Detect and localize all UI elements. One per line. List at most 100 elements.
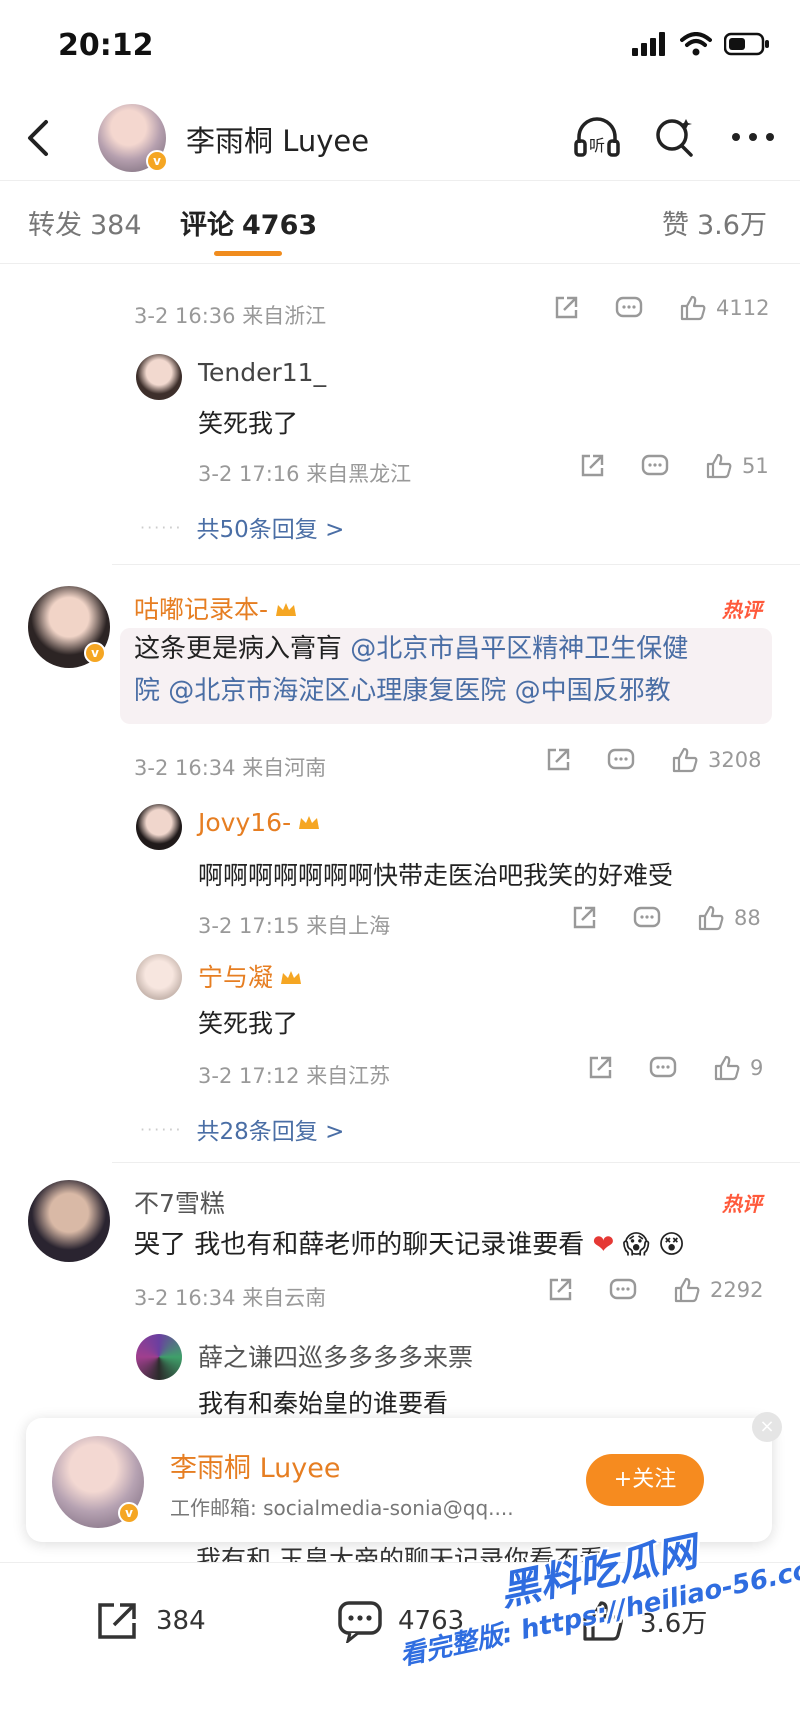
thumbs-up-icon <box>672 747 698 773</box>
repost-button[interactable]: 384 <box>94 1599 206 1643</box>
comment-feed[interactable]: 3-2 16:36 来自浙江 4112 Tender11_ 笑死我了 3-2 1… <box>0 264 800 1564</box>
comment-icon <box>609 1278 637 1300</box>
avatar[interactable] <box>136 954 182 1000</box>
reply-button[interactable] <box>608 1276 638 1304</box>
mention-link[interactable]: 院 <box>134 676 160 706</box>
share-icon <box>547 748 570 771</box>
tab-likes[interactable]: 赞 3.6万 <box>662 203 767 242</box>
comment-actions: 2292 <box>546 1276 763 1304</box>
comment-actions: 3208 <box>544 746 761 774</box>
avatar[interactable]: v <box>28 586 110 668</box>
active-tab-indicator <box>214 251 282 256</box>
tab-likes-label: 赞 <box>662 210 689 241</box>
avatar[interactable] <box>28 1180 110 1262</box>
hot-comment-badge: 热评 <box>722 1192 762 1216</box>
reply-username[interactable]: 薛之谦四巡多多多多来票 <box>198 1338 473 1374</box>
divider <box>112 1162 800 1163</box>
follow-button[interactable]: +关注 <box>586 1454 704 1506</box>
thumbs-up-icon <box>698 905 724 931</box>
like-count: 2292 <box>710 1278 764 1302</box>
reply-meta: 3-2 17:12 来自江苏 <box>198 1064 391 1088</box>
comment-icon <box>633 906 661 928</box>
wifi-icon <box>680 32 712 56</box>
like-button[interactable]: 9 <box>712 1054 763 1082</box>
verified-badge-icon: v <box>84 642 106 664</box>
glasses-emoji-icon: 😵 <box>657 1230 686 1260</box>
avatar[interactable] <box>136 804 182 850</box>
nav-bar: v 李雨桐 Luyee 听 <box>0 96 800 180</box>
like-button[interactable]: 51 <box>704 452 769 480</box>
share-button[interactable] <box>552 294 580 322</box>
status-icons <box>632 32 770 56</box>
reply-button[interactable] <box>606 746 636 774</box>
chevron-left-icon <box>28 120 48 156</box>
comment-meta: 3-2 16:34 来自云南 <box>134 1286 327 1310</box>
avatar[interactable] <box>136 354 182 400</box>
like-button[interactable]: 4112 <box>678 294 769 322</box>
page-title[interactable]: 李雨桐 Luyee <box>186 118 369 160</box>
tab-comments[interactable]: 评论 4763 <box>180 203 317 242</box>
mention-link[interactable]: @中国反邪教 <box>515 676 671 706</box>
reply-button[interactable] <box>648 1054 678 1082</box>
reply-username[interactable]: 宁与凝 <box>198 958 303 994</box>
status-time: 20:12 <box>58 28 154 63</box>
like-button[interactable]: 2292 <box>672 1276 763 1304</box>
reply-username[interactable]: Jovy16- <box>198 808 321 837</box>
like-button[interactable]: 88 <box>696 904 761 932</box>
avatar[interactable]: v <box>98 104 168 172</box>
reply-button[interactable] <box>614 294 644 322</box>
mention-link[interactable]: @北京市昌平区精神卫生保健 <box>350 634 688 664</box>
crown-icon <box>281 971 302 984</box>
comment-text: 这条更是病入膏肓 @北京市昌平区精神卫生保健 院 @北京市海淀区心理康复医院 @… <box>134 634 689 706</box>
share-button[interactable] <box>586 1054 614 1082</box>
like-button[interactable]: 3208 <box>670 746 761 774</box>
avatar[interactable]: v <box>52 1436 144 1528</box>
thumbs-up-icon <box>674 1277 700 1303</box>
reply-username[interactable]: Tender11_ <box>198 358 326 387</box>
comment-icon <box>615 296 643 318</box>
more-button[interactable] <box>728 112 778 162</box>
reply-meta: 3-2 17:15 来自上海 <box>198 914 391 938</box>
back-button[interactable] <box>18 114 62 162</box>
share-button[interactable] <box>578 452 606 480</box>
like-count: 51 <box>742 454 769 478</box>
share-button[interactable] <box>546 1276 574 1304</box>
avatar[interactable] <box>136 1334 182 1380</box>
reply-actions: 51 <box>578 452 769 480</box>
mention-link[interactable]: @北京市海淀区心理康复医院 <box>168 676 506 706</box>
more-replies-link[interactable]: ······ 共50条回复 > <box>140 510 344 544</box>
reply-text: 笑死我了 <box>198 1009 299 1038</box>
share-icon <box>98 1603 136 1639</box>
follow-card-email: 工作邮箱: socialmedia-sonia@qq.... <box>170 1496 514 1520</box>
share-icon <box>555 296 578 319</box>
follow-card-name[interactable]: 李雨桐 Luyee <box>170 1446 340 1485</box>
comment-actions: 4112 <box>552 294 769 322</box>
share-button[interactable] <box>570 904 598 932</box>
thumbs-up-icon <box>706 453 732 479</box>
like-count: 3208 <box>708 748 762 772</box>
reply-button[interactable] <box>632 904 662 932</box>
share-icon <box>581 454 604 477</box>
comment-username[interactable]: 不7雪糕 <box>134 1184 225 1220</box>
verified-badge-icon: v <box>146 150 168 172</box>
tab-repost[interactable]: 转发 384 <box>28 203 142 242</box>
reply-actions: 9 <box>586 1054 763 1082</box>
share-icon <box>573 906 596 929</box>
heart-emoji-icon: ❤ <box>592 1230 615 1260</box>
more-dots-icon <box>732 133 774 141</box>
more-replies-link[interactable]: ······ 共28条回复 > <box>140 1112 344 1146</box>
tab-bar: 转发 384 评论 4763 赞 3.6万 <box>0 180 800 264</box>
comment-username[interactable]: 咕嘟记录本- <box>134 590 298 626</box>
search-icon <box>656 119 693 157</box>
close-icon[interactable]: × <box>752 1412 782 1442</box>
search-button[interactable] <box>650 112 700 162</box>
hot-comment-badge: 热评 <box>722 598 762 622</box>
comment-icon <box>641 454 669 476</box>
share-button[interactable] <box>544 746 572 774</box>
battery-icon <box>724 32 769 56</box>
comment-icon <box>607 748 635 770</box>
listen-button[interactable]: 听 <box>572 112 622 162</box>
reply-button[interactable] <box>640 452 670 480</box>
tab-repost-label: 转发 <box>28 210 82 241</box>
comment-meta: 3-2 16:36 来自浙江 <box>134 304 327 328</box>
